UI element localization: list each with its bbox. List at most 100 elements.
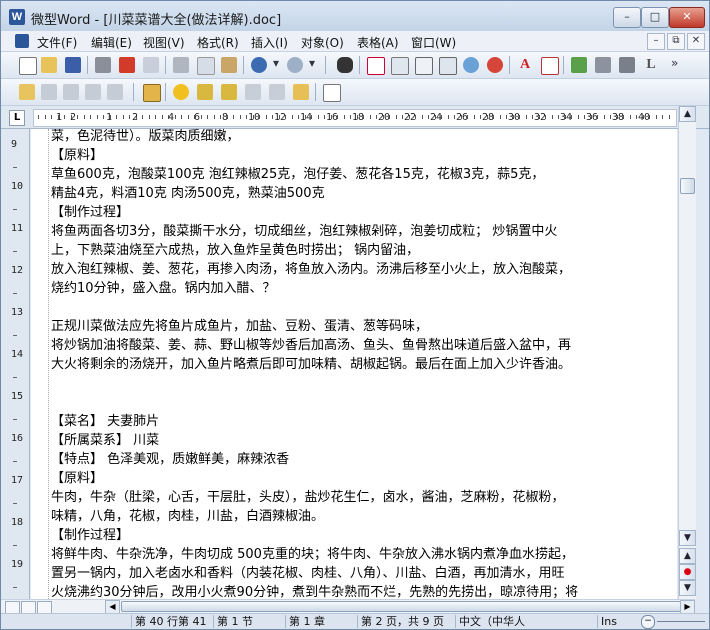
document-line[interactable]: 将炒锅加油将酸菜、姜、蒜、野山椒等炒香后加高汤、鱼头、鱼骨熬出味道后盛入盆中，再 <box>51 334 675 353</box>
minimize-button[interactable]: – <box>613 7 641 28</box>
tool-4-icon[interactable] <box>83 82 103 102</box>
document-line[interactable] <box>51 372 675 391</box>
browse-object-button[interactable]: ● <box>679 564 696 580</box>
document-line[interactable]: 【原料】 <box>51 144 675 163</box>
document-line[interactable] <box>51 391 675 410</box>
wand-2-icon[interactable] <box>219 82 239 102</box>
wand-1-icon[interactable] <box>195 82 215 102</box>
close-button[interactable]: ✕ <box>669 7 705 28</box>
columns-icon[interactable] <box>389 55 409 75</box>
tool-5-icon[interactable] <box>105 82 125 102</box>
print-icon[interactable] <box>93 55 113 75</box>
next-page-button[interactable]: ▼ <box>679 580 696 596</box>
no-zoom-icon[interactable] <box>485 55 505 75</box>
shape-icon[interactable] <box>617 55 637 75</box>
document-line[interactable] <box>51 296 675 315</box>
document-line[interactable]: 味精，八角，花椒，肉桂，川盐，白酒辣椒油。 <box>51 505 675 524</box>
document-line[interactable]: 【菜名】 夫妻肺片 <box>51 410 675 429</box>
document-line[interactable]: 【制作过程】 <box>51 524 675 543</box>
copy-icon[interactable] <box>195 55 215 75</box>
redo-dropdown-icon[interactable]: ▾ <box>309 56 315 70</box>
word-app-icon[interactable]: W <box>9 9 25 25</box>
save-icon[interactable] <box>63 55 83 75</box>
status-insert-mode[interactable]: Ins <box>597 615 635 628</box>
document-line[interactable]: 烧约10分钟，盛入盘。锅内加入醋、？ <box>51 277 675 296</box>
zoom-slider[interactable] <box>657 621 705 622</box>
edit-note-icon[interactable] <box>17 82 37 102</box>
find-icon[interactable] <box>335 55 355 75</box>
document-line[interactable]: 放入泡红辣椒、姜、葱花，再掺入肉汤，将鱼放入汤内。汤沸后移至小火上，放入泡酸菜， <box>51 258 675 277</box>
document-page[interactable]: 菜，色泥待世）。版菜肉质细嫩， 【原料】 草鱼600克，泡酸菜100克 泡红辣椒25… <box>31 129 677 599</box>
document-line[interactable]: 火烧沸约30分钟后，改用小火煮90分钟，煮到牛杂熟而不烂，先熟的先捞出，晾凉待用… <box>51 581 675 599</box>
clipboard-icon[interactable] <box>141 82 161 102</box>
document-line[interactable]: 【原料】 <box>51 467 675 486</box>
wand-4-icon[interactable] <box>267 82 287 102</box>
scroll-down-button[interactable]: ▼ <box>679 530 696 546</box>
scroll-left-button[interactable]: ◀ <box>105 600 120 614</box>
prev-page-button[interactable]: ▲ <box>679 548 696 564</box>
menu-window[interactable]: 窗口(W) <box>411 34 456 51</box>
menu-file[interactable]: 文件(F) <box>37 34 77 51</box>
document-line[interactable]: 草鱼600克，泡酸菜100克 泡红辣椒25克，泡仔姜、葱花各15克，花椒3克，蒜… <box>51 163 675 182</box>
zoom-icon[interactable] <box>461 55 481 75</box>
document-line[interactable]: 将鱼两面各切3分，酸菜撕干水分，切成细丝，泡红辣椒剁碎，泡姜切成粒； 炒锅置中火 <box>51 220 675 239</box>
document-body[interactable]: 菜，色泥待世）。版菜肉质细嫩， 【原料】 草鱼600克，泡酸菜100克 泡红辣椒25… <box>51 129 675 599</box>
mark-icon[interactable] <box>321 82 341 102</box>
wand-3-icon[interactable] <box>243 82 263 102</box>
document-menu-icon[interactable] <box>15 34 29 48</box>
scroll-up-button[interactable]: ▲ <box>679 106 696 122</box>
spellcheck-icon[interactable] <box>569 55 589 75</box>
letter-l-icon[interactable]: L <box>641 55 661 75</box>
document-line[interactable]: 正规川菜做法应先将鱼片成鱼片，加盐、豆粉、蛋清、葱等码味， <box>51 315 675 334</box>
zoom-out-button[interactable]: − <box>641 615 655 629</box>
insert-table-icon[interactable] <box>365 55 385 75</box>
pdf-icon[interactable] <box>117 55 137 75</box>
horizontal-scrollbar[interactable]: ◀ ▶ <box>1 599 695 615</box>
tab-stop-selector[interactable]: L <box>9 110 25 126</box>
doc-close-button[interactable]: ✕ <box>687 33 705 50</box>
cut-icon[interactable] <box>171 55 191 75</box>
scroll-right-button[interactable]: ▶ <box>680 600 695 614</box>
vertical-scrollbar[interactable]: ▲ ▼ ▲ ● ▼ <box>678 106 696 599</box>
print-preview-icon[interactable] <box>141 55 161 75</box>
document-line[interactable]: 菜，色泥待世）。版菜肉质细嫩， <box>51 129 675 144</box>
font-color-icon[interactable]: A <box>515 55 535 75</box>
vertical-ruler[interactable]: 9 10 11 12 13 14 15 16 17 18 19 <box>1 129 30 599</box>
tool-2-icon[interactable] <box>39 82 59 102</box>
document-line[interactable]: 大火将剩余的汤烧开，加入鱼片略煮后即可加味精、胡椒起锅。最后在面上加入少许香油。 <box>51 353 675 372</box>
maximize-button[interactable]: □ <box>641 7 669 28</box>
open-folder-icon[interactable] <box>39 55 59 75</box>
document-line[interactable]: 置另一锅内，加入老卤水和香料（内装花椒、肉桂、八角）、川盐、白酒，再加清水，用旺 <box>51 562 675 581</box>
menu-insert[interactable]: 插入(I) <box>251 34 288 51</box>
horizontal-scroll-thumb[interactable] <box>121 601 681 612</box>
undo-dropdown-icon[interactable]: ▾ <box>273 56 279 70</box>
page-layout-icon[interactable] <box>413 55 433 75</box>
menu-object[interactable]: 对象(O) <box>301 34 344 51</box>
doc-minimize-button[interactable]: – <box>647 33 665 50</box>
document-line[interactable]: 上，下熟菜油烧至六成热，放入鱼炸呈黄色时捞出； 锅内留油， <box>51 239 675 258</box>
document-line[interactable]: 牛肉，牛杂（肚梁，心舌，干层肚，头皮），盐炒花生仁，卤水，酱油，芝麻粉，花椒粉， <box>51 486 675 505</box>
checklist-icon[interactable] <box>291 82 311 102</box>
undo-icon[interactable] <box>249 55 269 75</box>
document-line[interactable]: 【制作过程】 <box>51 201 675 220</box>
tool-3-icon[interactable] <box>61 82 81 102</box>
frame-icon[interactable] <box>437 55 457 75</box>
document-line[interactable]: 【特点】 色泽美观，质嫩鲜美，麻辣浓香 <box>51 448 675 467</box>
star-icon[interactable] <box>171 82 191 102</box>
doc-restore-button[interactable]: ⧉ <box>667 33 685 50</box>
menu-format[interactable]: 格式(R) <box>197 34 239 51</box>
style-icon[interactable] <box>539 55 559 75</box>
toolbar-overflow-icon[interactable]: » <box>671 56 678 70</box>
redo-icon[interactable] <box>285 55 305 75</box>
menu-edit[interactable]: 编辑(E) <box>91 34 132 51</box>
scroll-thumb[interactable] <box>680 178 695 194</box>
menu-table[interactable]: 表格(A) <box>357 34 399 51</box>
menu-view[interactable]: 视图(V) <box>143 34 185 51</box>
chart-icon[interactable] <box>593 55 613 75</box>
horizontal-ruler[interactable]: 1 2 1 2 4 6 8 10 12 14 16 18 20 22 24 26 28 30 32 34 36 38 40 <box>33 109 677 127</box>
document-line[interactable]: 【所属菜系】 川菜 <box>51 429 675 448</box>
document-line[interactable]: 精盐4克，料酒10克 肉汤500克，熟菜油500克 <box>51 182 675 201</box>
paste-icon[interactable] <box>219 55 239 75</box>
new-doc-icon[interactable] <box>17 55 37 75</box>
document-line[interactable]: 将鲜牛肉、牛杂洗净，牛肉切成 500克重的块；将牛肉、牛杂放入沸水锅内煮净血水捞… <box>51 543 675 562</box>
